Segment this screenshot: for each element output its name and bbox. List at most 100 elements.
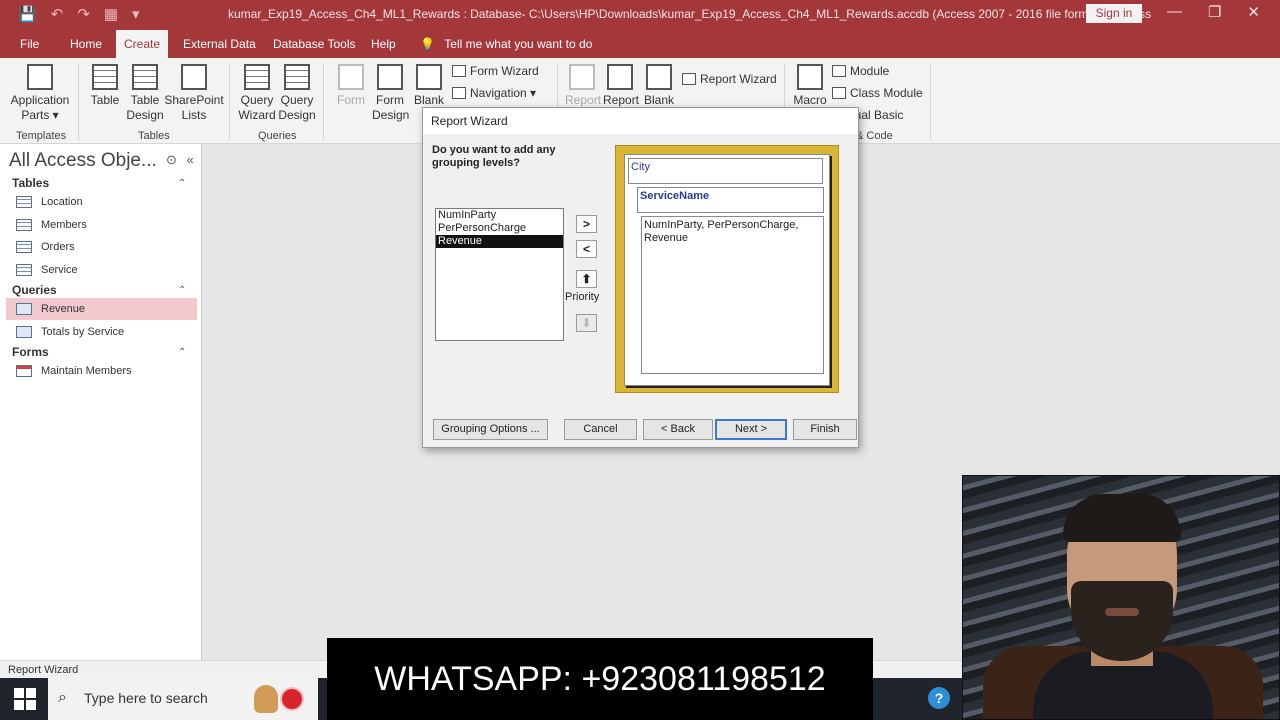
collapse-tables-icon[interactable]: ⌃ <box>178 178 186 189</box>
help-icon[interactable]: ? <box>928 687 950 709</box>
separator <box>229 64 230 140</box>
search-placeholder: Type here to search <box>84 690 208 706</box>
navigation-pane: All Access Obje... ⊙ « Tables ⌃ Location… <box>0 144 202 660</box>
priority-up-button[interactable]: ⬆ <box>576 270 597 288</box>
blank-form-icon <box>416 64 442 90</box>
taskbar-search-box[interactable]: ⌕ Type here to search <box>48 678 318 720</box>
report-wizard-label: Report Wizard <box>700 72 777 86</box>
form-design-button[interactable]: Form Design <box>372 64 409 123</box>
group-label-tables: Tables <box>138 130 170 142</box>
save-icon[interactable]: 💾 <box>18 5 37 23</box>
table-icon <box>92 64 118 90</box>
quick-access-toolbar: 💾 ↶ ↷ ▦ ▾ <box>18 5 140 23</box>
windows-start-icon[interactable] <box>14 688 36 710</box>
nav-item-label: Totals by Service <box>41 326 125 338</box>
collapse-forms-icon[interactable]: ⌃ <box>178 347 186 358</box>
nav-item-revenue[interactable]: Revenue <box>6 298 197 320</box>
report-wizard-dialog: Report Wizard Do you want to add any gro… <box>422 107 859 448</box>
nav-item-orders[interactable]: Orders <box>6 236 197 258</box>
form-icon[interactable]: ▦ <box>104 5 118 23</box>
blank-report-button[interactable]: Blank <box>641 64 677 108</box>
tab-database-tools[interactable]: Database Tools <box>265 30 364 58</box>
cancel-button[interactable]: Cancel <box>564 419 637 440</box>
undo-icon[interactable]: ↶ <box>51 5 64 23</box>
tab-home[interactable]: Home <box>62 30 110 58</box>
whatsapp-banner: WHATSAPP: +923081198512 <box>327 638 873 720</box>
restore-icon[interactable]: ❐ <box>1208 3 1221 21</box>
preview-page: City ServiceName NumInParty, PerPersonCh… <box>624 154 830 386</box>
person-hair <box>1063 494 1181 542</box>
remove-grouping-button[interactable]: < <box>576 240 597 258</box>
report-button[interactable]: Report <box>565 64 601 108</box>
nav-pane-controls: ⊙ « <box>166 152 194 168</box>
back-button[interactable]: < Back <box>643 419 713 440</box>
macro-button[interactable]: Macro <box>792 64 828 108</box>
sharepoint-lists-button[interactable]: SharePoint Lists <box>164 64 224 123</box>
redo-icon[interactable]: ↷ <box>77 5 90 23</box>
module-button[interactable]: Module <box>832 64 889 78</box>
table-button[interactable]: Table <box>88 64 122 108</box>
class-module-label: Class Module <box>850 86 923 100</box>
minimize-icon[interactable]: — <box>1167 3 1182 21</box>
sharepoint-label: SharePoint Lists <box>164 93 224 122</box>
nav-item-service[interactable]: Service <box>6 259 197 281</box>
separator <box>78 64 79 140</box>
nav-item-maintain-members[interactable]: Maintain Members <box>6 360 197 382</box>
priority-down-button[interactable]: ⬇ <box>576 314 597 332</box>
report-design-button[interactable]: Report <box>603 64 639 108</box>
query-wizard-icon <box>244 64 270 90</box>
nav-section-forms[interactable]: Forms <box>12 345 49 359</box>
gingerbread-icon[interactable] <box>254 685 278 713</box>
nav-dropdown-icon[interactable]: ⊙ <box>166 152 177 167</box>
form-wizard-label: Form Wizard <box>470 64 539 78</box>
nav-item-totals-by-service[interactable]: Totals by Service <box>6 321 197 343</box>
nav-item-location[interactable]: Location <box>6 191 197 213</box>
form-wizard-icon <box>452 65 466 77</box>
query-design-button[interactable]: Query Design <box>277 64 317 123</box>
customize-qat-icon[interactable]: ▾ <box>132 5 140 23</box>
grouping-options-button[interactable]: Grouping Options ... <box>433 419 548 440</box>
nav-item-members[interactable]: Members <box>6 214 197 236</box>
report-design-icon <box>607 64 633 90</box>
application-parts-button[interactable]: Application Parts ▾ <box>8 64 72 123</box>
tab-external-data[interactable]: External Data <box>175 30 264 58</box>
nav-pane-title[interactable]: All Access Obje... <box>9 150 157 172</box>
tab-file[interactable]: File <box>12 30 47 58</box>
search-icon: ⌕ <box>58 689 67 706</box>
ribbon-tabs: File Home Create External Data Database … <box>0 28 1280 58</box>
nav-section-queries[interactable]: Queries <box>12 283 57 297</box>
separator <box>930 64 931 140</box>
form-wizard-button[interactable]: Form Wizard <box>452 64 539 78</box>
shutter-bar-close-icon[interactable]: « <box>187 152 194 167</box>
class-module-button[interactable]: Class Module <box>832 86 923 100</box>
field-item-numinparty[interactable]: NumInParty <box>436 209 563 222</box>
collapse-queries-icon[interactable]: ⌃ <box>178 285 186 296</box>
form-button[interactable]: Form <box>334 64 368 108</box>
tell-me-box[interactable]: 💡 Tell me what you want to do <box>420 30 592 58</box>
next-button[interactable]: Next > <box>715 419 787 440</box>
query-wizard-button[interactable]: Query Wizard <box>237 64 277 123</box>
field-item-perpersoncharge[interactable]: PerPersonCharge <box>436 222 563 235</box>
field-item-revenue[interactable]: Revenue <box>436 235 563 248</box>
table-design-button[interactable]: Table Design <box>126 64 164 123</box>
sign-in-button[interactable]: Sign in <box>1086 4 1142 23</box>
nav-section-tables[interactable]: Tables <box>12 176 49 190</box>
tab-help[interactable]: Help <box>363 30 404 58</box>
available-fields-list[interactable]: NumInParty PerPersonCharge Revenue <box>435 208 564 341</box>
finish-button[interactable]: Finish <box>793 419 857 440</box>
query-icon <box>16 326 32 338</box>
report-wizard-icon <box>682 73 696 85</box>
navigation-button[interactable]: Navigation ▾ <box>452 86 536 100</box>
form-label: Form <box>337 93 365 107</box>
report-icon <box>569 64 595 90</box>
query-wizard-label: Query Wizard <box>238 93 276 122</box>
search-highlight-icon[interactable] <box>280 687 304 711</box>
add-grouping-button[interactable]: > <box>576 215 597 233</box>
close-icon[interactable]: ✕ <box>1247 3 1260 21</box>
tab-create[interactable]: Create <box>116 30 169 58</box>
table-icon <box>16 219 32 231</box>
macro-icon <box>797 64 823 90</box>
grouping-question: Do you want to add any grouping levels? <box>432 144 556 169</box>
report-wizard-button[interactable]: Report Wizard <box>682 72 777 86</box>
dialog-title: Report Wizard <box>423 108 858 134</box>
